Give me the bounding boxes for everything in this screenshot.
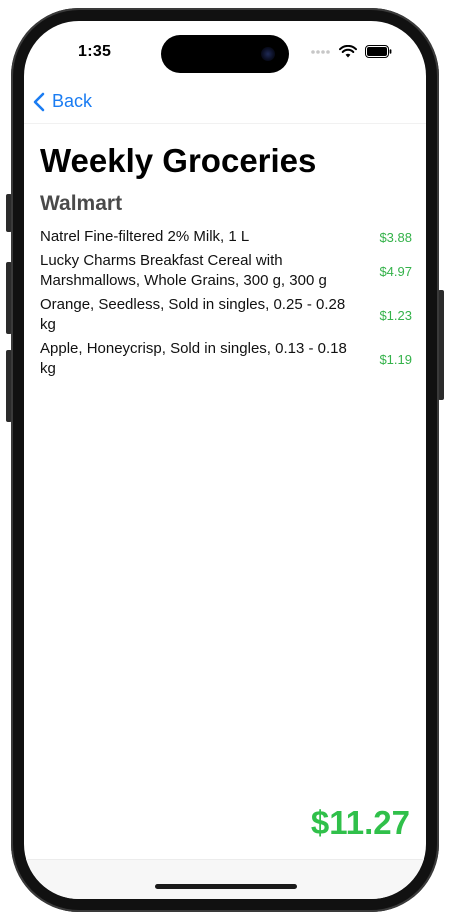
- status-icons: [311, 45, 392, 58]
- item-name: Apple, Honeycrisp, Sold in singles, 0.13…: [40, 340, 347, 377]
- list-item[interactable]: Apple, Honeycrisp, Sold in singles, 0.13…: [40, 337, 412, 381]
- item-name: Lucky Charms Breakfast Cereal with Marsh…: [40, 252, 327, 289]
- item-name: Orange, Seedless, Sold in singles, 0.25 …: [40, 296, 346, 333]
- status-bar: 1:35: [24, 21, 426, 83]
- dynamic-island: [161, 35, 289, 73]
- device-frame: 1:35 Back Weekly Groceries Walmart Natre…: [0, 0, 450, 920]
- item-price: $1.19: [379, 351, 412, 367]
- home-indicator[interactable]: [155, 884, 297, 889]
- total-amount: $11.27: [310, 804, 410, 841]
- list-item[interactable]: Orange, Seedless, Sold in singles, 0.25 …: [40, 293, 412, 337]
- cellular-signal-icon: [311, 49, 330, 54]
- grocery-list: Weekly Groceries Walmart Natrel Fine-fil…: [40, 139, 412, 381]
- chevron-left-icon: [33, 92, 45, 111]
- list-item[interactable]: Lucky Charms Breakfast Cereal with Marsh…: [40, 249, 412, 293]
- screen: 1:35 Back Weekly Groceries Walmart Natre…: [24, 21, 426, 899]
- list-item[interactable]: Natrel Fine-filtered 2% Milk, 1 L $3.88: [40, 225, 412, 249]
- status-time: 1:35: [78, 43, 112, 60]
- battery-icon: [365, 45, 392, 58]
- camera-icon: [261, 47, 275, 61]
- wifi-icon: [339, 45, 357, 58]
- item-name: Natrel Fine-filtered 2% Milk, 1 L: [40, 228, 250, 245]
- back-button[interactable]: Back: [32, 91, 92, 112]
- bottom-toolbar: [24, 859, 426, 899]
- item-price: $4.97: [379, 263, 412, 279]
- navigation-bar: Back: [24, 83, 426, 124]
- back-label: Back: [52, 91, 93, 111]
- item-price: $3.88: [379, 229, 412, 245]
- page-title: Weekly Groceries: [40, 142, 317, 179]
- item-price: $1.23: [379, 307, 412, 323]
- store-name: Walmart: [40, 192, 123, 215]
